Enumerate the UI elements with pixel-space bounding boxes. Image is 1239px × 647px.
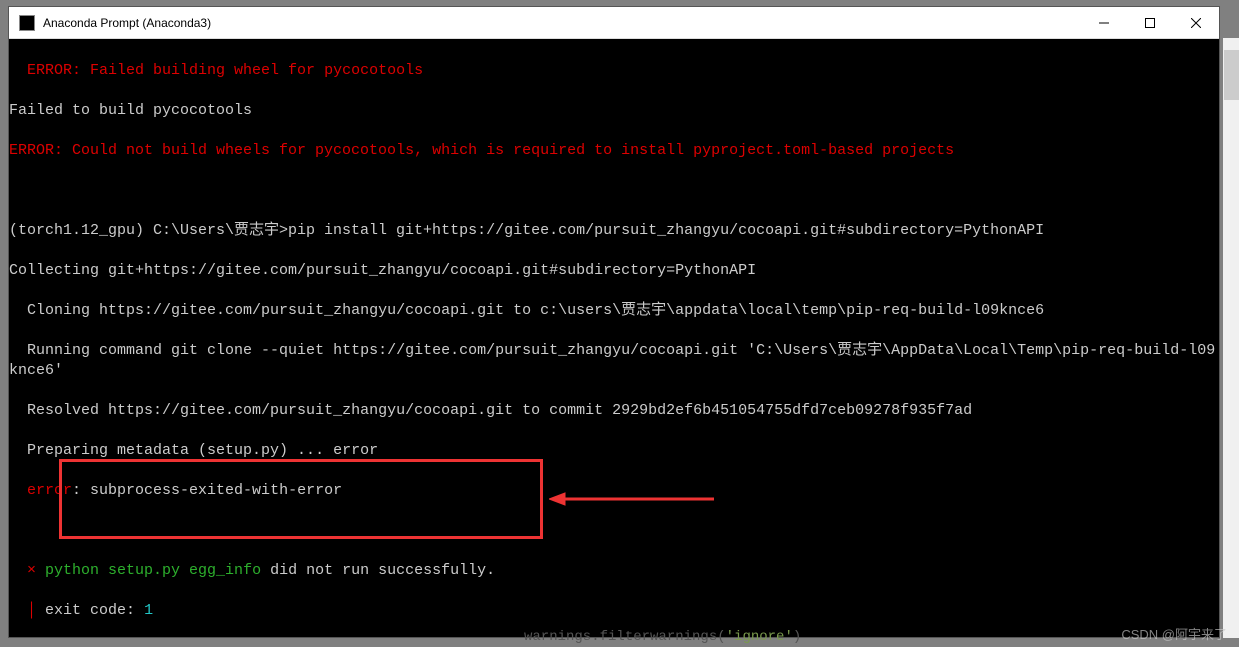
watermark-text: CSDN @阿宇来了: [1121, 624, 1227, 643]
app-icon: [19, 15, 35, 31]
titlebar[interactable]: Anaconda Prompt (Anaconda3): [9, 7, 1219, 39]
command-text: python setup.py egg_info: [45, 562, 261, 579]
error-text: : subprocess-exited-with-error: [72, 482, 342, 499]
background-code-snippet: warnings.filterwarnings('ignore'): [524, 629, 801, 645]
minimize-button[interactable]: [1081, 8, 1127, 38]
output-line: Cloning https://gitee.com/pursuit_zhangy…: [9, 302, 1044, 319]
error-line: ERROR: Could not build wheels for pycoco…: [9, 142, 954, 159]
maximize-icon: [1145, 18, 1155, 28]
error-line: ERROR: Failed building wheel for pycocot…: [9, 62, 423, 79]
output-text: did not run successfully.: [261, 562, 495, 579]
exit-code: 1: [144, 602, 153, 619]
maximize-button[interactable]: [1127, 8, 1173, 38]
close-button[interactable]: [1173, 8, 1219, 38]
tree-char: │: [9, 602, 45, 619]
page-scrollbar[interactable]: [1223, 38, 1239, 638]
output-line: Running command git clone --quiet https:…: [9, 342, 1215, 379]
minimize-icon: [1099, 18, 1109, 28]
output-line: Resolved https://gitee.com/pursuit_zhang…: [9, 402, 972, 419]
output-line: Preparing metadata (setup.py) ... error: [9, 442, 378, 459]
cross-icon: ×: [9, 562, 45, 579]
close-icon: [1191, 18, 1201, 28]
scrollbar-thumb[interactable]: [1224, 50, 1239, 100]
label: exit code:: [45, 602, 144, 619]
error-label: error: [9, 482, 72, 499]
terminal-window: Anaconda Prompt (Anaconda3) ERROR: Faile…: [8, 6, 1220, 638]
window-title: Anaconda Prompt (Anaconda3): [43, 16, 1081, 30]
terminal-output[interactable]: ERROR: Failed building wheel for pycocot…: [9, 39, 1219, 637]
output-line: Failed to build pycocotools: [9, 102, 252, 119]
output-line: Collecting git+https://gitee.com/pursuit…: [9, 262, 756, 279]
prompt-line: (torch1.12_gpu) C:\Users\贾志宇>pip install…: [9, 222, 1044, 239]
